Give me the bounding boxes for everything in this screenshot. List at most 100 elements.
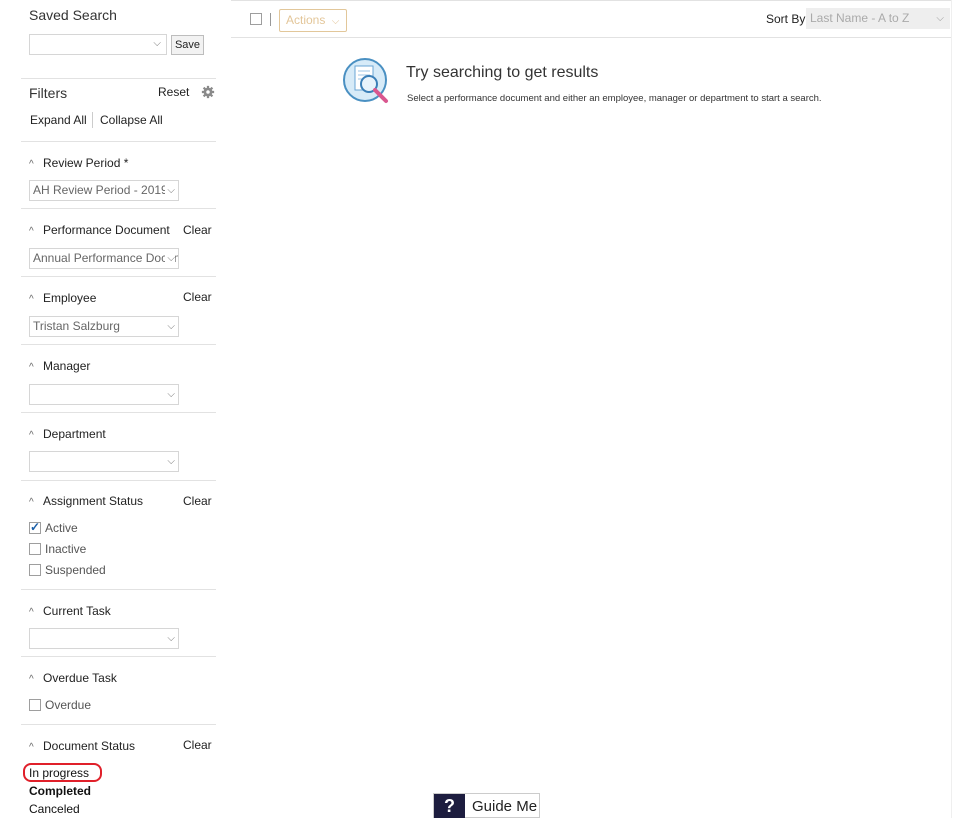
clear-assignment-status-link[interactable]: Clear [183,494,212,508]
section-label: Manager [43,359,91,373]
collapse-all-link[interactable]: Collapse All [100,113,163,127]
option-label: Suspended [45,563,106,577]
search-document-icon [343,58,388,103]
filters-title: Filters [29,85,68,101]
section-performance-document[interactable]: ^ Performance Document [29,223,170,237]
document-status-in-progress[interactable]: In progress [29,766,89,780]
chevron-down-icon: ⌵ [165,385,175,404]
chevron-down-icon: ⌵ [165,181,175,200]
actions-button[interactable]: Actions ⌵ [279,9,347,32]
select-value: AH Review Period - 2019 [33,183,168,197]
option-label: Overdue [45,698,92,712]
checkbox-suspended[interactable] [29,564,41,576]
save-button[interactable]: Save [171,35,204,55]
divider [21,276,216,277]
chevron-up-icon: ^ [29,294,34,305]
chevron-down-icon: ⌵ [165,629,175,648]
section-department[interactable]: ^ Department [29,427,106,441]
section-current-task[interactable]: ^ Current Task [29,604,111,618]
checkbox-inactive[interactable] [29,543,41,555]
divider [21,344,216,345]
chevron-down-icon: ⌵ [165,452,175,471]
overdue-option[interactable]: Overdue [29,699,91,713]
divider [21,78,216,79]
section-manager[interactable]: ^ Manager [29,359,90,373]
divider [92,112,93,128]
document-status-completed[interactable]: Completed [29,784,91,798]
sort-by-label: Sort By [766,12,806,26]
manager-select[interactable]: ⌵ [29,384,179,405]
filter-sidebar: Saved Search ⌵ Save Filters Reset Expand… [21,0,216,818]
sort-value: Last Name - A to Z [810,11,910,25]
section-label: Assignment Status [43,494,144,508]
divider [21,208,216,209]
select-all-checkbox[interactable] [250,13,262,25]
assignment-status-option[interactable]: Active [29,521,78,536]
chevron-up-icon: ^ [29,362,34,373]
section-label: Review Period * [43,156,129,170]
select-value: Tristan Salzburg [33,319,120,333]
section-review-period[interactable]: ^ Review Period * [29,156,128,170]
select-value: Annual Performance Document [33,251,178,265]
document-status-canceled[interactable]: Canceled [29,802,80,816]
chevron-up-icon: ^ [29,742,34,753]
divider [951,0,952,818]
clear-document-status-link[interactable]: Clear [183,738,212,752]
clear-performance-document-link[interactable]: Clear [183,223,212,237]
clear-employee-link[interactable]: Clear [183,290,212,304]
chevron-down-icon: ⌵ [165,249,175,268]
current-task-select[interactable]: ⌵ [29,628,179,649]
divider [231,37,951,38]
performance-document-select[interactable]: Annual Performance Document ⌵ [29,248,179,269]
chevron-down-icon: ⌵ [331,16,340,27]
empty-state-title: Try searching to get results [406,64,599,81]
section-label: Performance Document [43,223,170,237]
gear-icon[interactable] [201,85,215,99]
chevron-up-icon: ^ [29,159,34,170]
reset-link[interactable]: Reset [158,85,189,99]
section-overdue-task[interactable]: ^ Overdue Task [29,671,117,685]
chevron-up-icon: ^ [29,607,34,618]
guide-me-button[interactable]: ? Guide Me [433,793,540,818]
saved-search-select[interactable]: ⌵ [29,34,167,55]
department-select[interactable]: ⌵ [29,451,179,472]
saved-search-title: Saved Search [29,7,117,23]
help-icon: ? [434,794,465,818]
assignment-status-option[interactable]: Inactive [29,543,86,557]
chevron-up-icon: ^ [29,430,34,441]
divider [21,141,216,142]
chevron-down-icon: ⌵ [165,317,175,336]
option-label: Inactive [45,542,87,556]
review-period-select[interactable]: AH Review Period - 2019 ⌵ [29,180,179,201]
section-label: Document Status [43,739,136,753]
employee-select[interactable]: Tristan Salzburg ⌵ [29,316,179,337]
section-label: Department [43,427,106,441]
chevron-up-icon: ^ [29,497,34,508]
section-label: Overdue Task [43,671,117,685]
divider [231,0,951,1]
chevron-down-icon: ⌵ [153,38,161,49]
checkbox-overdue[interactable] [29,699,41,711]
section-assignment-status[interactable]: ^ Assignment Status [29,494,143,508]
divider [21,724,216,725]
section-document-status[interactable]: ^ Document Status [29,739,135,753]
divider [21,412,216,413]
chevron-up-icon: ^ [29,226,34,237]
chevron-down-icon: ⌵ [936,13,944,24]
checkbox-active[interactable] [29,521,41,534]
divider [270,13,271,26]
chevron-up-icon: ^ [29,674,34,685]
section-employee[interactable]: ^ Employee [29,291,96,305]
divider [21,656,216,657]
section-label: Current Task [43,604,111,618]
actions-label: Actions [286,13,326,27]
section-label: Employee [43,291,97,305]
guide-me-label: Guide Me [472,798,538,815]
option-label: Active [45,521,78,535]
divider [21,480,216,481]
sort-select[interactable]: Last Name - A to Z ⌵ [806,8,950,29]
divider [21,589,216,590]
assignment-status-option[interactable]: Suspended [29,564,106,578]
empty-state-description: Select a performance document and either… [407,93,822,104]
expand-all-link[interactable]: Expand All [30,113,87,127]
